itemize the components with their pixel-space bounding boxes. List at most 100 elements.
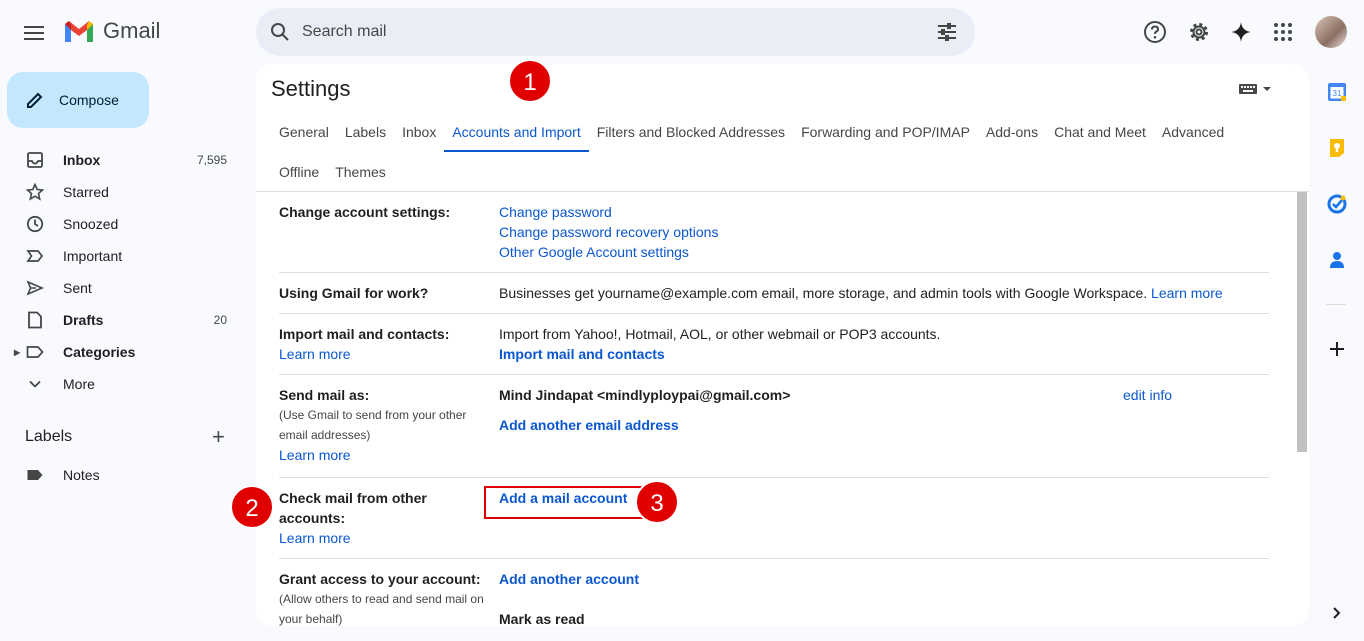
edit-info-link[interactable]: edit info: [1123, 385, 1172, 405]
tab-general[interactable]: General: [271, 112, 337, 152]
sidebar-item-inbox[interactable]: Inbox 7,595: [0, 144, 250, 176]
tab-chat-and-meet[interactable]: Chat and Meet: [1046, 112, 1154, 152]
pencil-icon: [27, 92, 43, 108]
import-description: Import from Yahoo!, Hotmail, AOL, or oth…: [499, 326, 941, 342]
tasks-icon[interactable]: [1327, 194, 1347, 214]
keep-icon[interactable]: [1327, 138, 1347, 158]
help-icon[interactable]: [1143, 20, 1167, 44]
gemini-sparkle-icon[interactable]: [1229, 20, 1253, 44]
label-icon: [26, 343, 44, 361]
calendar-icon[interactable]: 31: [1327, 82, 1347, 102]
sidebar-item-label: Snoozed: [63, 216, 119, 232]
import-label: Import mail and contacts:: [279, 326, 450, 342]
important-icon: [26, 247, 44, 265]
callout-badge-2: 2: [230, 485, 274, 529]
search-input[interactable]: [302, 23, 902, 41]
check-mail-label: Check mail from other accounts:: [279, 490, 427, 526]
gmail-m-icon: [65, 21, 93, 42]
send-as-note: (Use Gmail to send from your other email…: [279, 408, 467, 442]
row-change-account-settings: Change account settings: Change password…: [279, 192, 1269, 273]
grant-note: (Allow others to read and send mail on y…: [279, 592, 484, 626]
sidebar-item-starred[interactable]: Starred: [0, 176, 250, 208]
tab-filters[interactable]: Filters and Blocked Addresses: [589, 112, 793, 152]
account-avatar[interactable]: [1315, 16, 1347, 48]
workspace-learn-more-link[interactable]: Learn more: [1151, 285, 1223, 301]
import-learn-more-link[interactable]: Learn more: [279, 344, 494, 364]
highlight-box: [484, 486, 644, 519]
page-title: Settings: [271, 76, 351, 101]
chevron-down-icon: [26, 375, 44, 393]
send-as-label: Send mail as:: [279, 387, 370, 403]
draft-icon: [26, 311, 44, 329]
sidebar-item-sent[interactable]: Sent: [0, 272, 250, 304]
gmail-for-work-text: Businesses get yourname@example.com emai…: [499, 283, 1269, 303]
grant-values: Add another account Mark as read: [499, 569, 639, 626]
settings-gear-icon[interactable]: [1187, 20, 1211, 44]
search-options-icon[interactable]: [935, 20, 959, 44]
rail-divider: [1326, 304, 1346, 305]
settings-tabs-row2: Offline Themes: [271, 152, 394, 192]
add-addon-icon[interactable]: [1327, 339, 1347, 359]
expand-arrow-icon[interactable]: ▶: [14, 348, 20, 357]
tab-advanced[interactable]: Advanced: [1154, 112, 1232, 152]
compose-label: Compose: [59, 92, 119, 108]
change-password-link[interactable]: Change password: [499, 202, 718, 222]
svg-text:31: 31: [1333, 89, 1342, 98]
search-icon[interactable]: [268, 20, 292, 44]
tab-inbox[interactable]: Inbox: [394, 112, 444, 152]
add-label-button[interactable]: +: [212, 426, 225, 448]
star-icon: [26, 183, 44, 201]
search-bar[interactable]: [256, 8, 975, 56]
callout-badge-1: 1: [508, 59, 552, 103]
check-mail-learn-more-link[interactable]: Learn more: [279, 528, 469, 548]
import-label-block: Import mail and contacts: Learn more: [279, 324, 494, 364]
inbox-icon: [26, 151, 44, 169]
sidebar-item-label: More: [63, 376, 95, 392]
tab-add-ons[interactable]: Add-ons: [978, 112, 1046, 152]
gmail-for-work-label: Using Gmail for work?: [279, 285, 429, 301]
contacts-icon[interactable]: [1327, 250, 1347, 270]
content-scrollbar[interactable]: [1297, 192, 1307, 452]
add-another-email-link[interactable]: Add another email address: [499, 415, 679, 435]
row-send-mail-as: Send mail as: (Use Gmail to send from yo…: [279, 375, 1269, 478]
keyboard-icon: [1239, 84, 1257, 94]
tab-forwarding[interactable]: Forwarding and POP/IMAP: [793, 112, 978, 152]
add-another-account-link[interactable]: Add another account: [499, 569, 639, 589]
sidebar-item-label: Drafts: [63, 312, 104, 328]
row-gmail-for-work: Using Gmail for work? Businesses get you…: [279, 273, 1269, 314]
row-grant-access: Grant access to your account: (Allow oth…: [279, 559, 1269, 626]
drafts-count: 20: [213, 313, 227, 327]
change-account-label: Change account settings:: [279, 204, 451, 220]
inbox-count: 7,595: [196, 153, 227, 167]
sidebar-item-label: Important: [63, 248, 123, 264]
check-mail-label-block: Check mail from other accounts: Learn mo…: [279, 488, 469, 548]
sidebar-item-label: Starred: [63, 184, 109, 200]
change-recovery-link[interactable]: Change password recovery options: [499, 222, 718, 242]
tab-offline[interactable]: Offline: [271, 152, 327, 192]
main-menu-button[interactable]: [22, 22, 46, 42]
label-name: Notes: [63, 467, 100, 483]
input-tools-button[interactable]: [1238, 82, 1272, 96]
sidebar-item-more[interactable]: More: [0, 368, 250, 400]
tab-accounts-and-import[interactable]: Accounts and Import: [444, 112, 589, 152]
gmail-logo[interactable]: Gmail: [63, 18, 160, 44]
grant-label-block: Grant access to your account: (Allow oth…: [279, 569, 494, 626]
label-item-notes[interactable]: Notes: [26, 466, 100, 484]
chevron-right-icon[interactable]: [1327, 603, 1347, 623]
tab-labels[interactable]: Labels: [337, 112, 394, 152]
sidebar-item-drafts[interactable]: Drafts 20: [0, 304, 250, 336]
sidebar-item-categories[interactable]: ▶ Categories: [0, 336, 250, 368]
apps-grid-icon[interactable]: [1271, 20, 1295, 44]
send-as-address: Mind Jindapat <mindlyploypai@gmail.com>: [499, 387, 791, 403]
row-check-mail: Check mail from other accounts: Learn mo…: [279, 478, 1269, 559]
change-account-links: Change password Change password recovery…: [499, 202, 718, 262]
google-account-settings-link[interactable]: Other Google Account settings: [499, 242, 718, 262]
mark-as-read-label: Mark as read: [499, 611, 585, 626]
add-email-wrapper: Add another email address: [499, 415, 679, 435]
sidebar-item-important[interactable]: Important: [0, 240, 250, 272]
compose-button[interactable]: Compose: [7, 72, 149, 128]
send-as-learn-more-link[interactable]: Learn more: [279, 445, 479, 465]
sidebar-item-snoozed[interactable]: Snoozed: [0, 208, 250, 240]
import-mail-contacts-link[interactable]: Import mail and contacts: [499, 344, 940, 364]
tab-themes[interactable]: Themes: [327, 152, 394, 192]
